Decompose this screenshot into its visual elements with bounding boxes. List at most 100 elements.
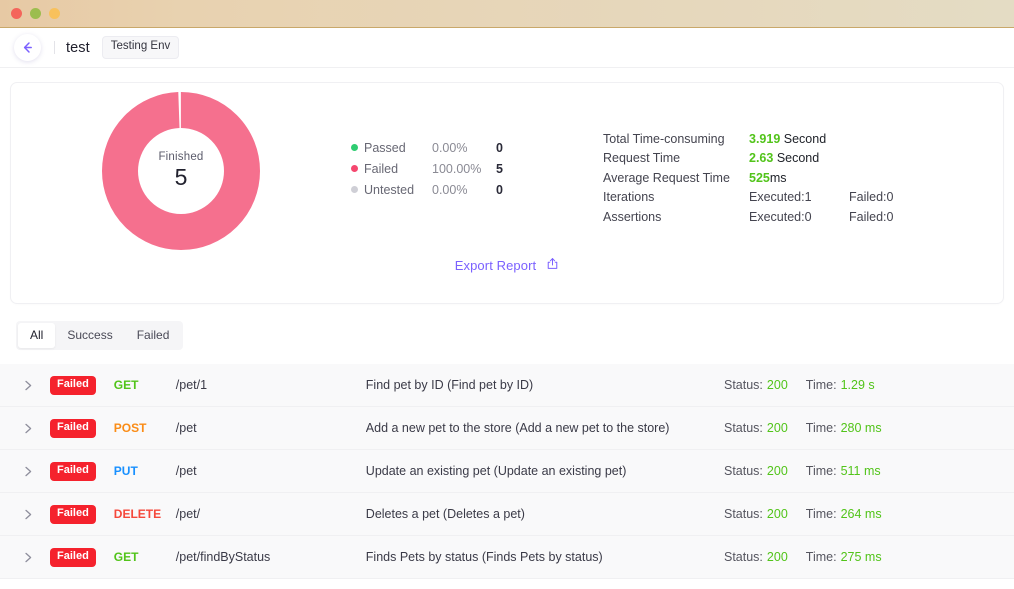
time-label: Time: <box>805 507 837 522</box>
tab-failed[interactable]: Failed <box>125 323 182 348</box>
legend-label-passed: Passed <box>364 140 406 155</box>
request-path: /pet/1 <box>175 378 208 393</box>
time-label: Time: <box>805 421 837 436</box>
stat-number-request-time: 2.63 <box>749 151 774 166</box>
stat-value-average-request-time: 525ms <box>749 171 787 185</box>
time-value: 264 ms <box>840 507 882 522</box>
request-meta: Status: 200 Time: 1.29 s <box>724 378 1014 392</box>
results-legend: Passed 0.00% 0 Failed 100.00% 5 Untested… <box>351 83 541 200</box>
legend-item-passed: Passed 0.00% 0 <box>351 137 541 158</box>
legend-percent-failed: 100.00% <box>432 161 482 176</box>
window-minimize-button[interactable] <box>30 8 41 19</box>
page-body: Finished 5 Passed 0.00% 0 Failed 100.00% <box>0 82 1014 580</box>
request-description: Deletes a pet (Deletes a pet) <box>365 507 525 522</box>
request-path: /pet <box>175 421 197 436</box>
table-row[interactable]: Failed POST/pet Add a new pet to the store… <box>0 407 1014 451</box>
legend-label-untested: Untested <box>364 182 415 197</box>
app-topbar: test Testing Env <box>0 28 1014 68</box>
status-code: 200 <box>766 550 788 565</box>
chevron-right-icon[interactable] <box>24 552 40 563</box>
status-label: Status: <box>724 464 763 479</box>
stat-average-request-time: Average Request Time 525ms <box>603 168 949 188</box>
donut-status-text: Finished <box>158 151 204 164</box>
legend-value-untested: 0 <box>496 182 503 197</box>
request-description: Finds Pets by status (Finds Pets by stat… <box>365 550 603 565</box>
results-list: Failed GET/pet/1 Find pet by ID (Find pet … <box>0 364 1014 580</box>
stat-unit-average-request-time: ms <box>769 170 787 185</box>
share-upload-icon <box>546 257 559 273</box>
donut-count-text: 5 <box>174 164 188 191</box>
legend-dot-untested <box>351 186 358 193</box>
window-close-button[interactable] <box>11 8 22 19</box>
tab-success[interactable]: Success <box>55 323 124 348</box>
stat-number-total-time: 3.919 <box>749 131 781 146</box>
status-code: 200 <box>766 507 788 522</box>
time-label: Time: <box>805 378 837 393</box>
back-button[interactable] <box>14 34 41 61</box>
chevron-right-icon[interactable] <box>24 466 40 477</box>
table-row[interactable]: Failed PUT/pet Update an existing pet (Upd… <box>0 450 1014 494</box>
request-method: POST <box>113 421 147 436</box>
stat-label-iterations: Iterations <box>603 190 655 205</box>
legend-percent-passed: 0.00% <box>432 140 468 155</box>
filter-tabs: All Success Failed <box>16 321 184 351</box>
table-row[interactable]: Failed GET/pet/1 Find pet by ID (Find pet … <box>0 364 1014 408</box>
stat-assertions: Assertions Executed:0 Failed:0 <box>603 207 949 227</box>
window-maximize-button[interactable] <box>49 8 60 19</box>
export-report-button[interactable]: Export Report <box>455 257 560 273</box>
stat-unit-total-time: Second <box>780 131 827 146</box>
export-report-row: Export Report <box>11 257 1003 273</box>
chevron-right-icon[interactable] <box>24 423 40 434</box>
table-row[interactable]: Failed GET/pet/findByStatus Finds Pets by … <box>0 536 1014 580</box>
request-meta: Status: 200 Time: 280 ms <box>724 421 1014 435</box>
arrow-left-icon <box>21 41 34 54</box>
stat-number-average-request-time: 525 <box>749 170 770 185</box>
status-badge: Failed <box>50 547 96 567</box>
status-badge: Failed <box>50 375 96 395</box>
time-value: 275 ms <box>840 550 882 565</box>
window-titlebar <box>0 0 1014 28</box>
stat-assertions-failed: Failed:0 <box>849 209 894 224</box>
donut-center-label: Finished 5 <box>101 91 261 251</box>
chevron-right-icon[interactable] <box>24 509 40 520</box>
status-label: Status: <box>724 550 763 565</box>
stat-total-time: Total Time-consuming 3.919 Second <box>603 129 949 149</box>
request-path: /pet/findByStatus <box>175 550 271 565</box>
status-code: 200 <box>766 421 788 436</box>
stat-value-request-time: 2.63 Second <box>749 151 819 165</box>
export-report-label: Export Report <box>454 257 537 273</box>
stat-label-request-time: Request Time <box>603 151 681 166</box>
status-badge: Failed <box>50 504 96 524</box>
request-meta: Status: 200 Time: 264 ms <box>724 507 1014 521</box>
table-row[interactable]: Failed DELETE/pet/Deletes a pet (Deletes … <box>0 493 1014 537</box>
request-description: Update an existing pet (Update an existi… <box>365 464 627 479</box>
status-label: Status: <box>724 378 763 393</box>
status-label: Status: <box>724 507 763 522</box>
request-description: Find pet by ID (Find pet by ID) <box>365 378 534 393</box>
request-description: Add a new pet to the store (Add a new pe… <box>365 421 670 436</box>
time-value: 280 ms <box>840 421 882 436</box>
legend-item-untested: Untested 0.00% 0 <box>351 179 541 200</box>
request-path: /pet/ <box>175 507 201 522</box>
page-title: test <box>66 39 90 56</box>
chevron-right-icon[interactable] <box>24 380 40 391</box>
legend-dot-failed <box>351 165 358 172</box>
stat-request-time: Request Time 2.63 Second <box>603 149 949 169</box>
donut-chart-container: Finished 5 <box>11 83 351 251</box>
summary-stats: Total Time-consuming 3.919 Second Reques… <box>541 83 949 227</box>
topbar-divider <box>54 41 55 54</box>
stat-iterations-failed: Failed:0 <box>849 190 894 205</box>
tab-all[interactable]: All <box>18 323 56 349</box>
filter-tabs-container: All Success Failed <box>0 304 1014 351</box>
summary-card: Finished 5 Passed 0.00% 0 Failed 100.00% <box>10 82 1004 304</box>
request-meta: Status: 200 Time: 511 ms <box>724 464 1014 478</box>
request-method: PUT <box>113 464 138 479</box>
stat-assertions-executed: Executed:0 <box>749 209 812 224</box>
environment-badge[interactable]: Testing Env <box>101 36 180 59</box>
status-code: 200 <box>766 378 788 393</box>
time-value: 511 ms <box>840 464 881 479</box>
legend-value-passed: 0 <box>496 140 503 155</box>
legend-dot-passed <box>351 144 358 151</box>
status-badge: Failed <box>50 418 96 438</box>
request-path: /pet <box>175 464 197 479</box>
